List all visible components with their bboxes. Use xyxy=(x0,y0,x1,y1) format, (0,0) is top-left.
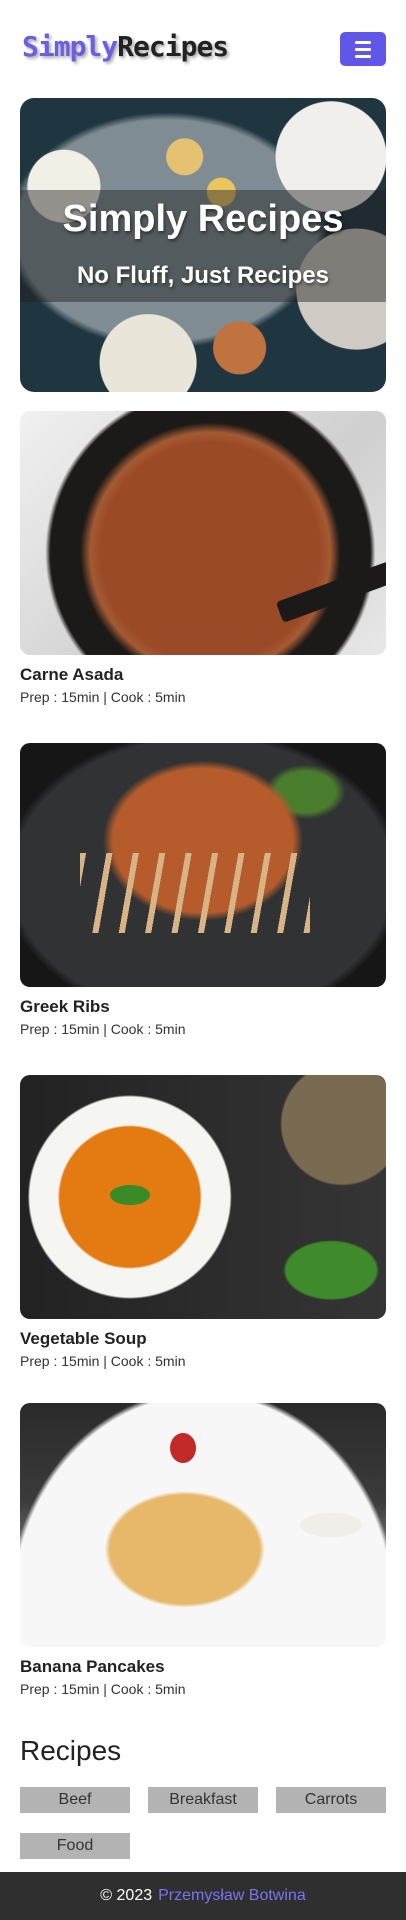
footer-author-link[interactable]: Przemysław Botwina xyxy=(158,1887,306,1904)
hamburger-icon xyxy=(355,40,371,44)
hamburger-icon-line xyxy=(355,47,371,51)
hero-banner: Simply Recipes No Fluff, Just Recipes xyxy=(20,98,386,392)
recipe-image xyxy=(20,743,386,987)
recipe-card[interactable]: Vegetable Soup Prep : 15min | Cook : 5mi… xyxy=(20,1075,386,1369)
site-logo[interactable]: SimplyRecipes xyxy=(22,30,229,63)
logo-part2: Recipes xyxy=(117,30,229,63)
recipe-card[interactable]: Carne Asada Prep : 15min | Cook : 5min xyxy=(20,411,386,705)
logo-part1: Simply xyxy=(22,30,118,63)
footer-copyright: © 2023 xyxy=(100,1887,153,1904)
tag-carrots[interactable]: Carrots xyxy=(276,1787,386,1813)
tag-beef[interactable]: Beef xyxy=(20,1787,130,1813)
recipe-image xyxy=(20,1403,386,1647)
tag-breakfast[interactable]: Breakfast xyxy=(148,1787,258,1813)
recipe-title: Greek Ribs xyxy=(20,997,110,1016)
recipe-card[interactable]: Banana Pancakes Prep : 15min | Cook : 5m… xyxy=(20,1403,386,1697)
recipe-card[interactable]: Greek Ribs Prep : 15min | Cook : 5min xyxy=(20,743,386,1037)
recipe-meta: Prep : 15min | Cook : 5min xyxy=(20,689,186,705)
hero-title: Simply Recipes xyxy=(62,198,344,240)
recipe-image xyxy=(20,1075,386,1319)
menu-toggle-button[interactable] xyxy=(340,32,386,66)
footer: © 2023 Przemysław Botwina xyxy=(0,1872,406,1920)
recipe-title: Carne Asada xyxy=(20,665,124,684)
recipe-meta: Prep : 15min | Cook : 5min xyxy=(20,1353,186,1369)
recipes-section-title: Recipes xyxy=(20,1735,122,1766)
hero-subtitle: No Fluff, Just Recipes xyxy=(76,262,330,289)
recipe-title: Vegetable Soup xyxy=(20,1329,147,1348)
recipe-image xyxy=(20,411,386,655)
recipe-meta: Prep : 15min | Cook : 5min xyxy=(20,1681,186,1697)
recipe-title: Banana Pancakes xyxy=(20,1657,165,1676)
tag-food[interactable]: Food xyxy=(20,1833,130,1859)
recipe-meta: Prep : 15min | Cook : 5min xyxy=(20,1021,186,1037)
hamburger-icon-line xyxy=(355,54,371,58)
navbar: SimplyRecipes xyxy=(0,0,406,98)
